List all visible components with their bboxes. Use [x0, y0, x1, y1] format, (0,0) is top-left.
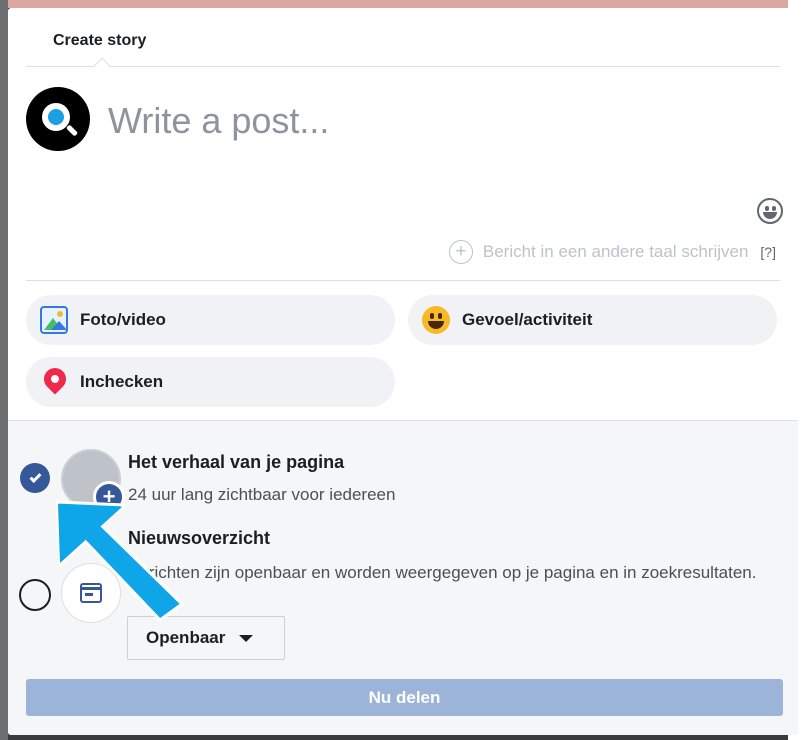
photo-video-label: Foto/video	[80, 310, 166, 329]
news-feed-option-description: Berichten zijn openbaar en worden weerge…	[128, 563, 757, 582]
story-option-title: Het verhaal van je pagina	[128, 452, 345, 472]
header-divider	[26, 66, 780, 67]
smiley-icon	[422, 306, 450, 334]
plus-circle-icon: +	[448, 240, 473, 264]
checkmark-icon	[28, 470, 42, 483]
tab-indicator	[93, 57, 111, 75]
emoji-picker-icon[interactable]	[757, 198, 783, 224]
tab-create-story[interactable]: Create story	[53, 32, 146, 50]
caret-down-icon	[239, 634, 254, 642]
translate-post-row[interactable]: + Bericht in een andere taal schrijven […	[448, 240, 776, 264]
story-checkbox[interactable]	[20, 463, 50, 493]
dialog-header: Create story	[8, 8, 798, 75]
translate-post-label: Bericht in een andere taal schrijven	[482, 242, 749, 261]
page-avatar	[26, 87, 90, 151]
feeling-activity-label: Gevoel/activiteit	[462, 310, 593, 329]
audience-selector[interactable]: Openbaar	[127, 616, 285, 660]
post-composer-input[interactable]: Write a post...	[108, 100, 329, 142]
photo-video-button[interactable]: Foto/video	[26, 295, 395, 345]
share-now-button[interactable]: Nu delen	[26, 679, 783, 716]
location-pin-icon	[39, 363, 71, 396]
check-in-button[interactable]: Inchecken	[26, 357, 395, 407]
help-link[interactable]: [?]	[760, 244, 776, 260]
check-in-label: Inchecken	[80, 372, 164, 391]
news-feed-icon	[61, 563, 121, 623]
create-story-dialog: Create story Write a post... + Bericht i…	[8, 8, 798, 735]
feeling-activity-button[interactable]: Gevoel/activiteit	[408, 295, 777, 345]
news-feed-option-title: Nieuwsoverzicht	[128, 528, 271, 548]
story-option-description: 24 uur lang zichtbaar voor iedereen	[128, 485, 396, 504]
add-story-plus-icon: +	[93, 481, 125, 513]
audience-label: Openbaar	[146, 628, 226, 647]
background-page-left	[0, 0, 8, 740]
composer-divider	[26, 280, 780, 281]
background-page-strip	[0, 0, 806, 8]
photo-icon	[40, 306, 68, 334]
news-feed-radio[interactable]	[19, 579, 51, 611]
